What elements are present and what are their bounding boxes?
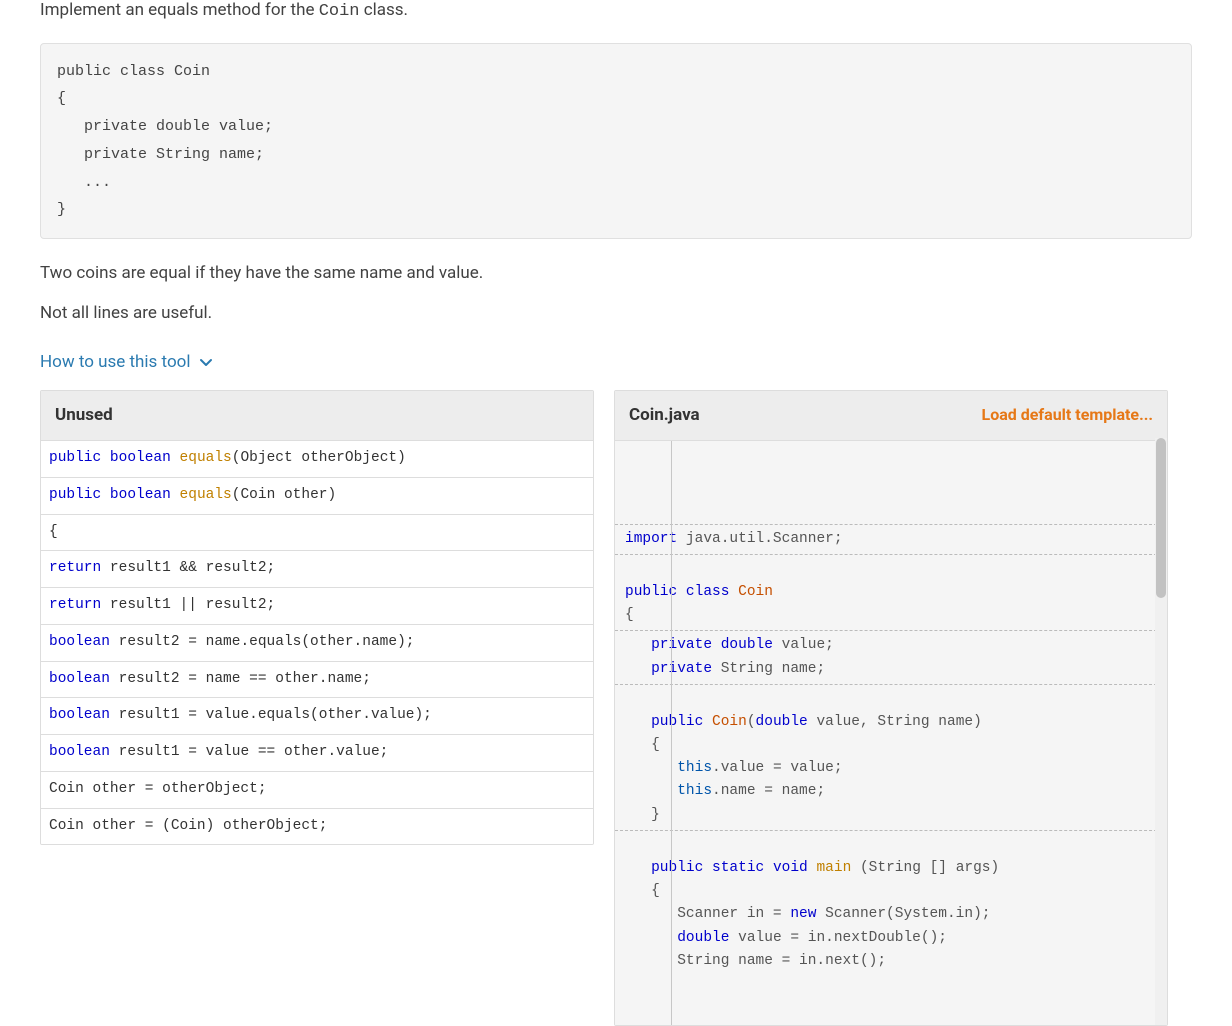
code-tile[interactable]: Coin other = (Coin) otherObject; xyxy=(41,809,593,845)
code-panel: Coin.java Load default template... impor… xyxy=(614,390,1168,1026)
code-line: String name = in.next(); xyxy=(625,950,1157,973)
code-tile[interactable]: public boolean equals(Object otherObject… xyxy=(41,441,593,478)
code-line xyxy=(625,688,1157,711)
drop-slot[interactable] xyxy=(615,684,1167,685)
code-editor[interactable]: import java.util.Scanner; public class C… xyxy=(615,441,1167,1025)
code-line: public static void main (String [] args) xyxy=(625,857,1157,880)
code-tile[interactable]: boolean result2 = name.equals(other.name… xyxy=(41,625,593,662)
load-default-link[interactable]: Load default template... xyxy=(982,403,1153,427)
tiles-list[interactable]: public boolean equals(Object otherObject… xyxy=(41,441,593,844)
code-line: private String name; xyxy=(625,658,1157,681)
code-tile[interactable]: return result1 && result2; xyxy=(41,551,593,588)
code-line: this.name = name; xyxy=(625,780,1157,803)
how-to-use-toggle[interactable]: How to use this tool xyxy=(40,350,1192,376)
code-line xyxy=(625,558,1157,581)
scrollbar-thumb[interactable] xyxy=(1156,438,1166,598)
drop-slot[interactable] xyxy=(615,830,1167,831)
code-snippet-box: public class Coin { private double value… xyxy=(40,43,1192,240)
unused-header-label: Unused xyxy=(55,403,113,429)
description-2: Not all lines are useful. xyxy=(40,301,1192,327)
drop-slot[interactable] xyxy=(615,630,1167,631)
unused-panel-header: Unused xyxy=(41,391,593,442)
intro-suffix: class. xyxy=(360,0,409,20)
code-line: private double value; xyxy=(625,634,1157,657)
intro-code-word: Coin xyxy=(319,2,360,21)
code-tile[interactable]: boolean result1 = value == other.value; xyxy=(41,735,593,772)
code-line: { xyxy=(625,880,1157,903)
gutter-line xyxy=(671,441,672,1025)
how-to-use-label: How to use this tool xyxy=(40,350,190,376)
chevron-down-icon xyxy=(198,355,214,371)
code-tile[interactable]: Coin other = otherObject; xyxy=(41,772,593,809)
code-tile[interactable]: return result1 || result2; xyxy=(41,588,593,625)
intro-prefix: Implement an equals method for the xyxy=(40,0,319,20)
code-line: import java.util.Scanner; xyxy=(625,528,1157,551)
code-tile[interactable]: { xyxy=(41,515,593,552)
code-line: public class Coin xyxy=(625,581,1157,604)
code-tile[interactable]: boolean result2 = name == other.name; xyxy=(41,662,593,699)
code-line: this.value = value; xyxy=(625,757,1157,780)
drop-slot[interactable] xyxy=(615,554,1167,555)
unused-panel: Unused public boolean equals(Object othe… xyxy=(40,390,594,846)
scrollbar[interactable] xyxy=(1155,438,1167,1026)
code-tile[interactable]: boolean result1 = value.equals(other.val… xyxy=(41,698,593,735)
code-filename-label: Coin.java xyxy=(629,403,700,429)
code-tile[interactable]: public boolean equals(Coin other) xyxy=(41,478,593,515)
intro-text: Implement an equals method for the Coin … xyxy=(40,0,1192,25)
code-line: public Coin(double value, String name) xyxy=(625,711,1157,734)
drop-slot[interactable] xyxy=(615,524,1167,525)
code-panel-header: Coin.java Load default template... xyxy=(615,391,1167,442)
code-line: { xyxy=(625,734,1157,757)
code-line: double value = in.nextDouble(); xyxy=(625,927,1157,950)
code-line: Scanner in = new Scanner(System.in); xyxy=(625,903,1157,926)
code-line: } xyxy=(625,804,1157,827)
description-1: Two coins are equal if they have the sam… xyxy=(40,261,1192,287)
code-line xyxy=(625,834,1157,857)
code-line: { xyxy=(625,604,1157,627)
